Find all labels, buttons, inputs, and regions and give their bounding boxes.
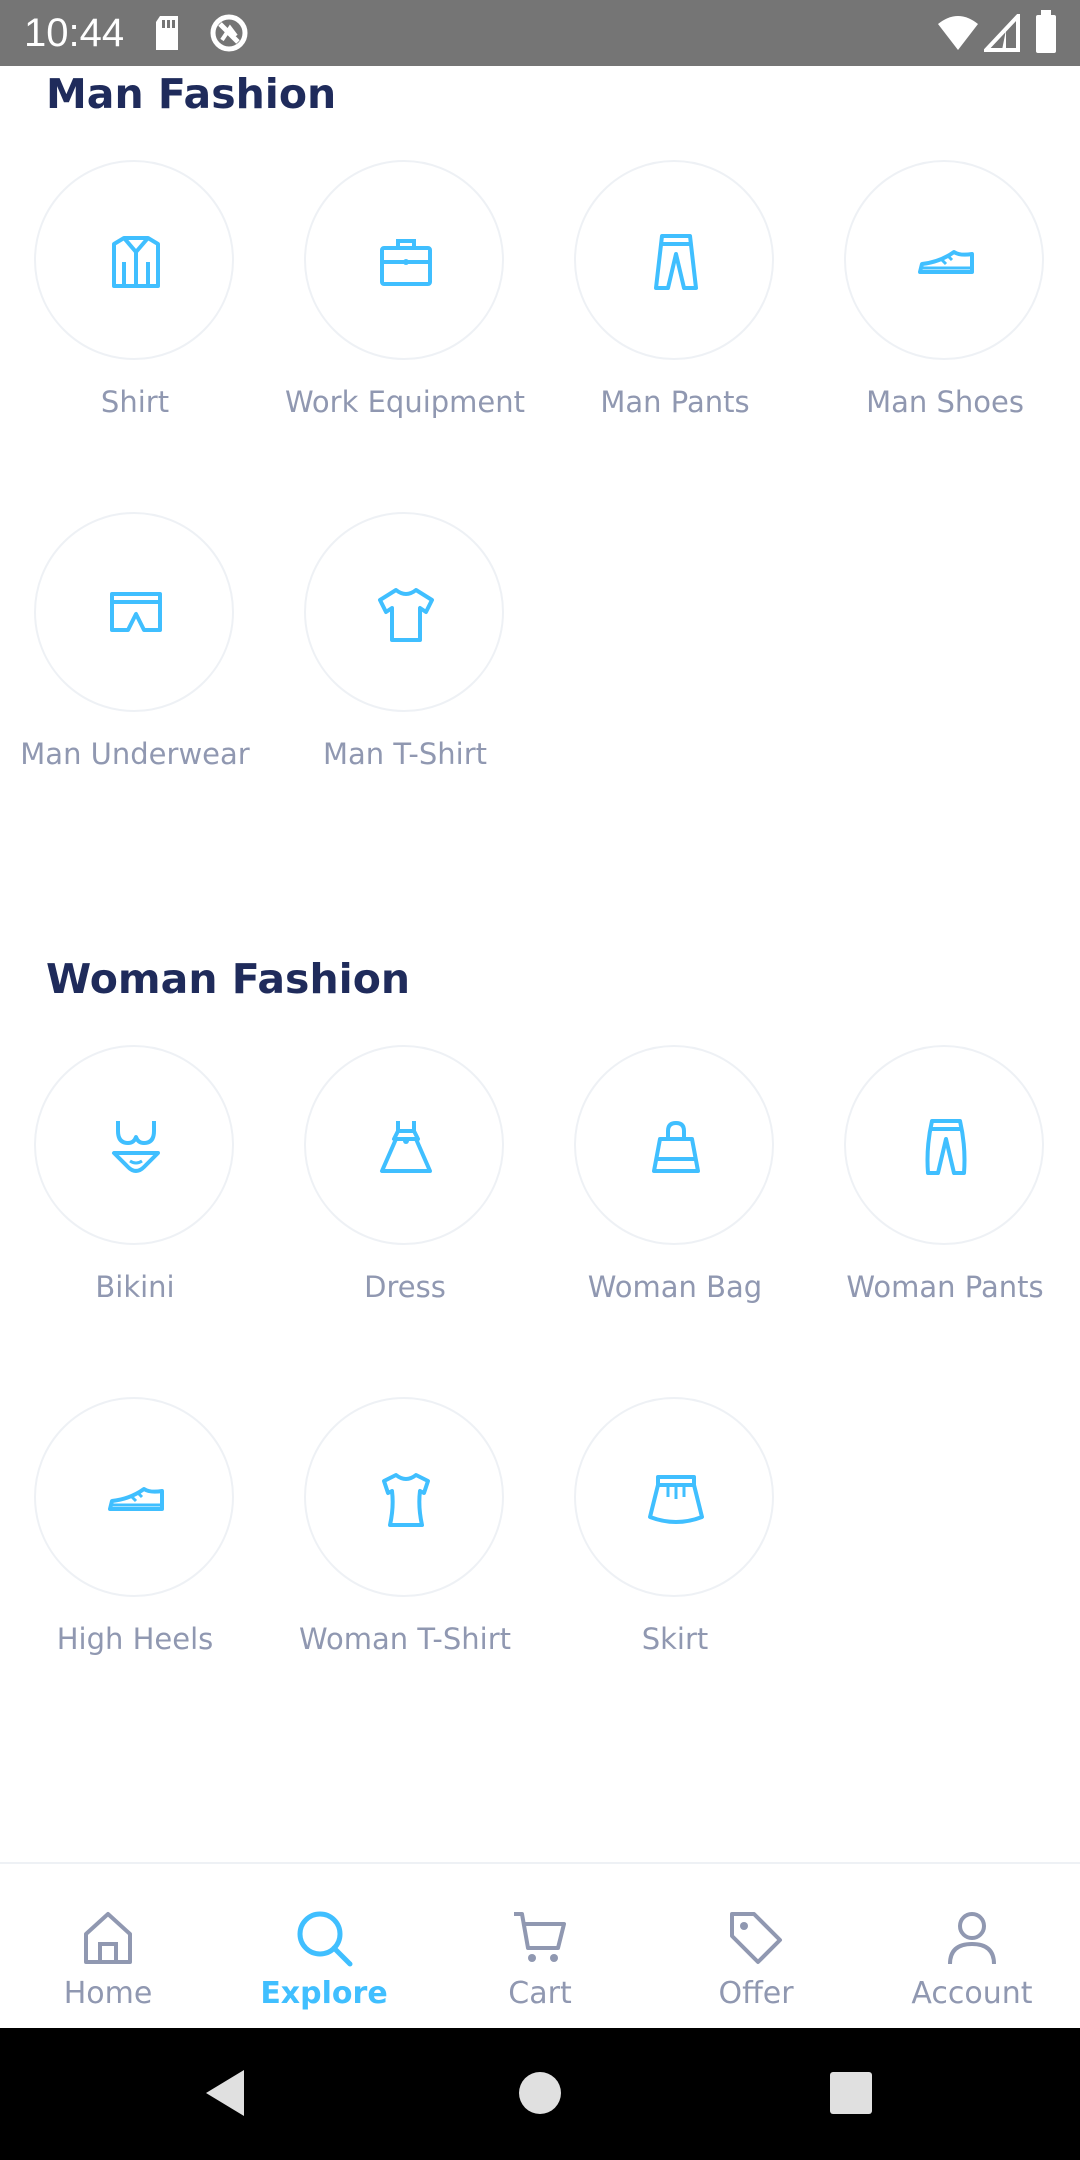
system-nav-bar [0,2028,1080,2160]
category-circle[interactable] [34,160,234,360]
skirt-icon [648,1475,704,1524]
category-label: Bikini [95,1270,175,1304]
tshirt-icon [378,588,434,642]
nav-label: Account [911,1976,1033,2011]
category-label: Woman T-Shirt [299,1622,511,1656]
nav-label: Cart [508,1976,572,2011]
briefcase-icon [380,239,432,286]
category-circle[interactable] [34,1045,234,1245]
wifi-icon [938,16,978,50]
nav-label: Explore [260,1976,388,2011]
dress-icon [380,1121,432,1173]
tag-icon [730,1912,782,1964]
nav-account[interactable]: Account [864,1864,1080,2030]
status-time: 10:44 [24,11,125,55]
category-circle[interactable] [574,160,774,360]
nav-label: Offer [718,1976,794,2011]
category-circle[interactable] [844,1045,1044,1245]
back-icon[interactable] [200,2066,250,2120]
nav-explore[interactable]: Explore [216,1864,432,2030]
category-label: Dress [364,1270,446,1304]
home-button-icon[interactable] [516,2066,564,2120]
nav-home[interactable]: Home [0,1864,216,2030]
sync-icon [210,14,248,52]
category-circle[interactable] [574,1397,774,1597]
category-circle[interactable] [304,1045,504,1245]
nav-offer[interactable]: Offer [648,1864,864,2030]
user-icon [948,1912,996,1965]
pants-icon [925,1119,967,1175]
battery-icon [1036,10,1056,53]
underwear-icon [110,592,162,632]
search-icon [297,1911,353,1967]
category-label: Shirt [100,385,170,419]
heels-icon [108,1487,164,1511]
cart-icon [514,1912,566,1962]
pants-icon [654,234,698,290]
category-circle[interactable] [34,1397,234,1597]
signal-icon [984,14,1020,52]
bag-icon [652,1120,700,1173]
category-label: Woman Pants [846,1270,1044,1304]
woman-fashion-title: Woman Fashion [46,955,411,1003]
category-circle[interactable] [304,160,504,360]
recents-icon[interactable] [828,2066,874,2120]
category-label: Man Underwear [20,737,250,771]
category-label: Work Equipment [284,385,526,419]
sd-card-icon [156,16,178,50]
man-fashion-title: Man Fashion [46,70,337,118]
nav-label: Home [63,1976,153,2011]
shoe-icon [918,250,974,274]
shirt-icon [112,236,160,288]
bikini-icon [112,1121,160,1173]
category-label: High Heels [56,1622,214,1656]
category-circle[interactable] [574,1045,774,1245]
category-label: Man Shoes [866,385,1024,419]
home-icon [84,1912,132,1964]
category-circle[interactable] [844,160,1044,360]
status-bar: 10:44 [0,0,1080,66]
category-label: Skirt [641,1622,709,1656]
category-label: Man T-Shirt [322,737,488,771]
category-circle[interactable] [34,512,234,712]
nav-cart[interactable]: Cart [432,1864,648,2030]
category-circle[interactable] [304,1397,504,1597]
tshirt-icon [382,1473,430,1527]
category-circle[interactable] [304,512,504,712]
category-label: Woman Bag [587,1270,763,1304]
category-label: Man Pants [600,385,750,419]
bottom-nav: Home Explore Cart Offer Account [0,1862,1080,2030]
